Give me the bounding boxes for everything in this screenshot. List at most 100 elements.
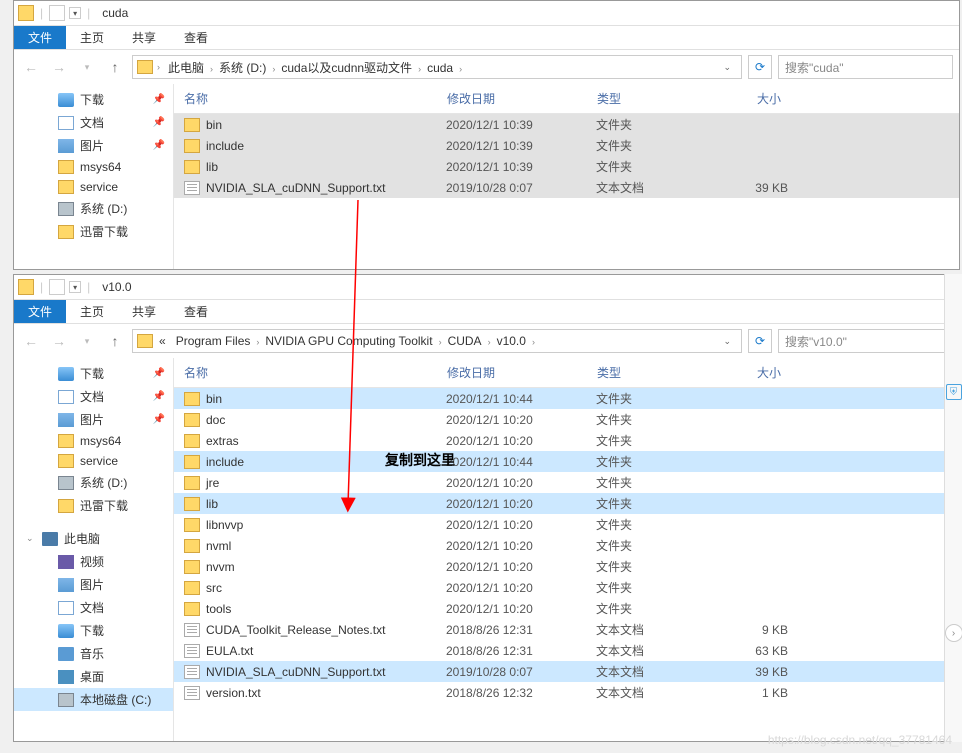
chevron-right-icon[interactable]: ›	[155, 62, 162, 72]
file-row[interactable]: bin2020/12/1 10:39文件夹	[174, 114, 959, 135]
address-bar[interactable]: « Program Files›NVIDIA GPU Computing Too…	[132, 329, 742, 353]
file-row[interactable]: NVIDIA_SLA_cuDNN_Support.txt2019/10/28 0…	[174, 661, 959, 682]
file-row[interactable]: include2020/12/1 10:44文件夹	[174, 451, 959, 472]
file-row[interactable]: jre2020/12/1 10:20文件夹	[174, 472, 959, 493]
file-row[interactable]: CUDA_Toolkit_Release_Notes.txt2018/8/26 …	[174, 619, 959, 640]
file-row[interactable]: EULA.txt2018/8/26 12:31文本文档63 KB	[174, 640, 959, 661]
tab-view[interactable]: 查看	[170, 26, 222, 49]
breadcrumb-item[interactable]: NVIDIA GPU Computing Toolkit	[261, 332, 436, 350]
sidebar-item[interactable]: 文档📌	[14, 385, 173, 408]
scroll-right-icon[interactable]: ›	[945, 624, 962, 642]
qat-dropdown-icon[interactable]: ▾	[69, 281, 81, 293]
sidebar-item[interactable]: 下载📌	[14, 88, 173, 111]
sidebar-item[interactable]: service	[14, 451, 173, 471]
sidebar-item-pc[interactable]: ⌄此电脑	[14, 527, 173, 550]
sidebar-item[interactable]: service	[14, 177, 173, 197]
sidebar-item[interactable]: 文档	[14, 596, 173, 619]
sidebar-item[interactable]: 迅雷下载	[14, 220, 173, 243]
tab-home[interactable]: 主页	[66, 26, 118, 49]
address-dropdown-icon[interactable]: ⌄	[717, 336, 737, 347]
tab-view[interactable]: 查看	[170, 300, 222, 323]
breadcrumb-overflow[interactable]: «	[155, 332, 170, 350]
properties-icon[interactable]	[49, 279, 65, 295]
col-size[interactable]: 大小	[709, 88, 789, 109]
tab-share[interactable]: 共享	[118, 26, 170, 49]
sidebar-item[interactable]: 桌面	[14, 665, 173, 688]
file-row[interactable]: version.txt2018/8/26 12:32文本文档1 KB	[174, 682, 959, 703]
properties-icon[interactable]	[49, 5, 65, 21]
chevron-right-icon[interactable]: ›	[457, 64, 464, 74]
sidebar-item[interactable]: 下载📌	[14, 362, 173, 385]
search-input[interactable]: 搜索"cuda"	[778, 55, 953, 79]
file-row[interactable]: libnvvp2020/12/1 10:20文件夹	[174, 514, 959, 535]
refresh-button[interactable]: ⟳	[748, 329, 772, 353]
breadcrumb-item[interactable]: 此电脑	[164, 59, 208, 77]
back-button[interactable]: ←	[20, 330, 42, 352]
file-row[interactable]: NVIDIA_SLA_cuDNN_Support.txt2019/10/28 0…	[174, 177, 959, 198]
sidebar-item[interactable]: 系统 (D:)	[14, 471, 173, 494]
address-bar[interactable]: › 此电脑›系统 (D:)›cuda以及cudnn驱动文件›cuda› ⌄	[132, 55, 742, 79]
column-headers[interactable]: 名称 修改日期 类型 大小	[174, 358, 959, 388]
sidebar-item[interactable]: msys64	[14, 157, 173, 177]
shield-icon[interactable]: ⛨	[946, 384, 962, 400]
breadcrumb-item[interactable]: Program Files	[172, 332, 255, 350]
file-row[interactable]: doc2020/12/1 10:20文件夹	[174, 409, 959, 430]
expand-icon[interactable]: ⌄	[26, 533, 34, 544]
sidebar-item[interactable]: 图片📌	[14, 134, 173, 157]
file-row[interactable]: src2020/12/1 10:20文件夹	[174, 577, 959, 598]
col-date[interactable]: 修改日期	[439, 362, 589, 383]
sidebar-item[interactable]: msys64	[14, 431, 173, 451]
file-row[interactable]: lib2020/12/1 10:39文件夹	[174, 156, 959, 177]
col-date[interactable]: 修改日期	[439, 88, 589, 109]
forward-button[interactable]: →	[48, 56, 70, 78]
file-row[interactable]: include2020/12/1 10:39文件夹	[174, 135, 959, 156]
tab-home[interactable]: 主页	[66, 300, 118, 323]
chevron-right-icon[interactable]: ›	[208, 64, 215, 74]
tab-file[interactable]: 文件	[14, 26, 66, 49]
sidebar-item[interactable]: 图片📌	[14, 408, 173, 431]
file-row[interactable]: lib2020/12/1 10:20文件夹	[174, 493, 959, 514]
chevron-right-icon[interactable]: ›	[416, 64, 423, 74]
tab-file[interactable]: 文件	[14, 300, 66, 323]
col-type[interactable]: 类型	[589, 362, 709, 383]
breadcrumb-item[interactable]: cuda	[423, 59, 457, 77]
sidebar-item[interactable]: 图片	[14, 573, 173, 596]
back-button[interactable]: ←	[20, 56, 42, 78]
forward-button[interactable]: →	[48, 330, 70, 352]
sidebar-item[interactable]: 迅雷下载	[14, 494, 173, 517]
up-button[interactable]: ↑	[104, 56, 126, 78]
breadcrumb-item[interactable]: cuda以及cudnn驱动文件	[277, 59, 416, 77]
sidebar-item[interactable]: 音乐	[14, 642, 173, 665]
file-row[interactable]: nvvm2020/12/1 10:20文件夹	[174, 556, 959, 577]
sidebar-item[interactable]: 系统 (D:)	[14, 197, 173, 220]
sidebar-item[interactable]: 下载	[14, 619, 173, 642]
address-dropdown-icon[interactable]: ⌄	[717, 62, 737, 73]
titlebar[interactable]: | ▾ | cuda	[14, 1, 959, 26]
breadcrumb-item[interactable]: v10.0	[493, 332, 530, 350]
sidebar-item[interactable]: 文档📌	[14, 111, 173, 134]
col-size[interactable]: 大小	[709, 362, 789, 383]
refresh-button[interactable]: ⟳	[748, 55, 772, 79]
qat-dropdown-icon[interactable]: ▾	[69, 7, 81, 19]
chevron-right-icon[interactable]: ›	[486, 337, 493, 347]
search-input[interactable]: 搜索"v10.0"	[778, 329, 953, 353]
titlebar[interactable]: | ▾ | v10.0	[14, 275, 959, 300]
column-headers[interactable]: 名称 修改日期 类型 大小	[174, 84, 959, 114]
up-button[interactable]: ↑	[104, 330, 126, 352]
recent-dropdown-icon[interactable]: ▾	[76, 330, 98, 352]
chevron-right-icon[interactable]: ›	[530, 337, 537, 347]
tab-share[interactable]: 共享	[118, 300, 170, 323]
col-name[interactable]: 名称	[174, 88, 439, 109]
sidebar-item[interactable]: 本地磁盘 (C:)	[14, 688, 173, 711]
col-name[interactable]: 名称	[174, 362, 439, 383]
breadcrumb-item[interactable]: 系统 (D:)	[215, 59, 270, 77]
file-row[interactable]: bin2020/12/1 10:44文件夹	[174, 388, 959, 409]
sidebar-item[interactable]: 视频	[14, 550, 173, 573]
col-type[interactable]: 类型	[589, 88, 709, 109]
breadcrumb-item[interactable]: CUDA	[444, 332, 486, 350]
chevron-right-icon[interactable]: ›	[437, 337, 444, 347]
file-row[interactable]: nvml2020/12/1 10:20文件夹	[174, 535, 959, 556]
recent-dropdown-icon[interactable]: ▾	[76, 56, 98, 78]
file-row[interactable]: tools2020/12/1 10:20文件夹	[174, 598, 959, 619]
file-row[interactable]: extras2020/12/1 10:20文件夹	[174, 430, 959, 451]
